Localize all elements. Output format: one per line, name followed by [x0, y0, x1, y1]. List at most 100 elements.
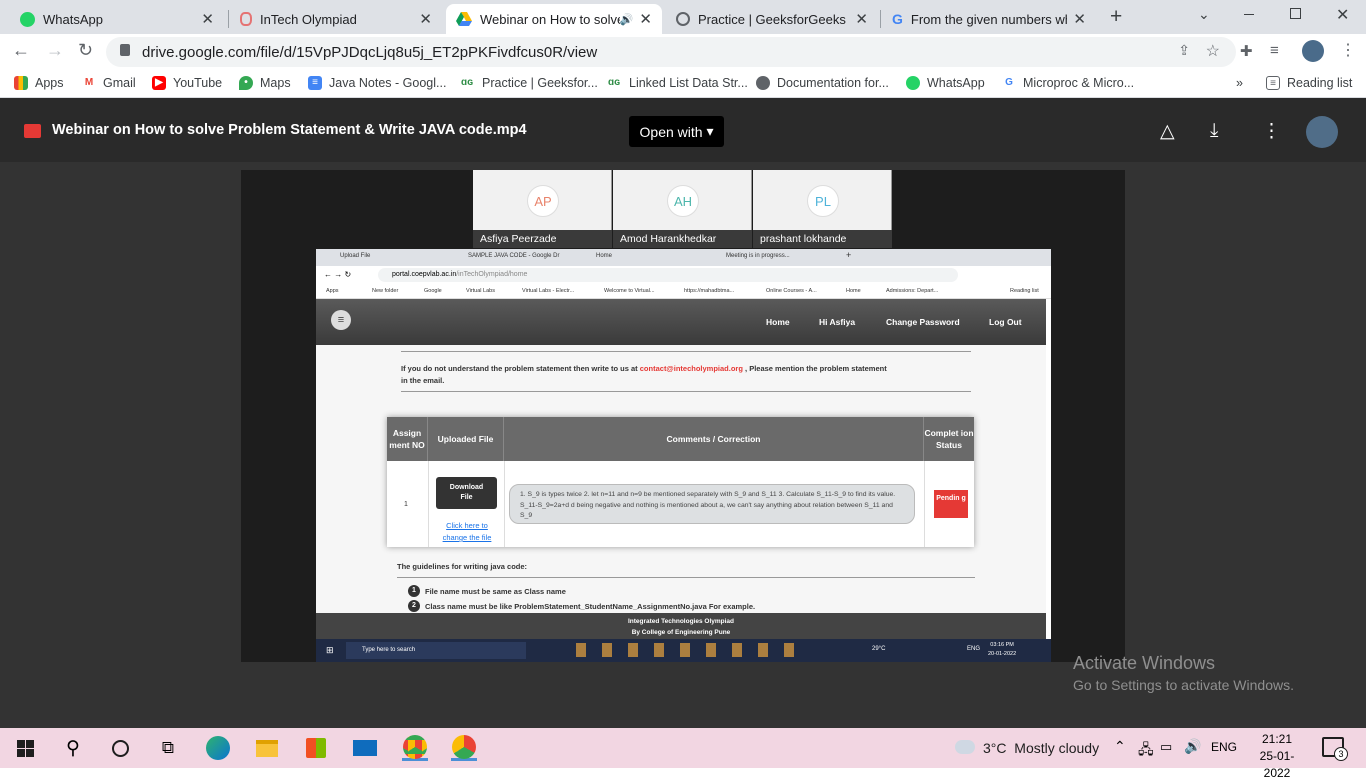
bookmark-whatsapp[interactable]: WhatsApp [906, 76, 985, 90]
gfg-icon: ɑɢ [606, 76, 622, 90]
file-explorer-icon[interactable] [254, 735, 280, 761]
youtube-icon: ▶ [152, 76, 166, 90]
windows-start-icon[interactable] [12, 735, 38, 761]
video-player[interactable]: AP Asfiya Peerzade AH Amod Harankhedkar … [241, 170, 1125, 662]
participant-tile: AH Amod Harankhedkar [613, 170, 752, 248]
change-file-link: Click here to change the file [442, 521, 492, 542]
battery-icon[interactable]: ▭ [1160, 739, 1172, 755]
chrome-icon[interactable] [402, 734, 428, 761]
gfg-icon: ɑɢ [459, 76, 475, 90]
apps-grid-icon [14, 76, 28, 90]
close-icon[interactable]: ✕ [1073, 10, 1086, 28]
system-clock[interactable]: 21:21 25-01-2022 [1248, 731, 1306, 782]
restore-button[interactable] [1290, 8, 1301, 19]
show-hidden-icons-chevron-icon[interactable]: ⌃ [1114, 738, 1126, 755]
nav-logout: Log Out [989, 317, 1022, 327]
contact-email-link: contact@intecholympiad.org [639, 364, 743, 373]
reload-icon[interactable]: ↻ [78, 40, 93, 61]
header-comments: Comments / Correction [504, 417, 924, 461]
close-icon[interactable]: ✕ [419, 10, 432, 28]
tab-practice-gfg[interactable]: Practice | GeeksforGeeks | A ✕ [666, 4, 878, 34]
new-tab-button[interactable]: + [1110, 5, 1122, 29]
shared-screen: Upload File SAMPLE JAVA CODE - Google Dr… [316, 249, 1051, 662]
close-icon[interactable]: ✕ [855, 10, 868, 28]
assignment-table: Assign ment NO Uploaded File Comments / … [387, 417, 974, 547]
notification-center-icon[interactable]: 3 [1322, 737, 1348, 761]
microsoft-store-icon[interactable] [303, 735, 329, 761]
url-text: drive.google.com/file/d/15VpPJDqcLjq8u5j… [142, 43, 598, 61]
open-with-button[interactable]: Open with ▾ [629, 116, 724, 147]
weather-cloud-icon[interactable] [955, 740, 975, 754]
share-icon[interactable]: ⇪ [1178, 42, 1190, 59]
tab-search-chevron-icon[interactable]: ⌄ [1198, 6, 1210, 23]
browser-tab-strip: WhatsApp ✕ InTech Olympiad ✕ Webinar on … [0, 0, 1366, 34]
tab-title: From the given numbers whi [910, 11, 1068, 27]
address-bar[interactable]: drive.google.com/file/d/15VpPJDqcLjq8u5j… [106, 37, 1236, 67]
more-bookmarks-icon[interactable]: » [1236, 76, 1243, 90]
menu-kebab-icon[interactable]: ⋮ [1340, 40, 1356, 60]
viewer-header: Webinar on How to solve Problem Statemen… [0, 98, 1366, 162]
tab-webinar[interactable]: Webinar on How to solve 🔊 ✕ [446, 4, 662, 34]
bookmark-microproc[interactable]: G Microproc & Micro... [1002, 76, 1134, 90]
input-language[interactable]: ENG [1211, 740, 1237, 754]
bookmark-apps[interactable]: Apps [14, 76, 64, 90]
google-drive-icon [456, 12, 472, 26]
participants-strip: AP Asfiya Peerzade AH Amod Harankhedkar … [473, 170, 893, 248]
windows-start-icon: ⊞ [326, 645, 334, 655]
comment-bubble: 1. S_9 is types twice 2. let n=11 and n=… [509, 484, 915, 524]
tab-intech-olympiad[interactable]: InTech Olympiad ✕ [230, 4, 442, 34]
tab-title: InTech Olympiad [260, 11, 357, 27]
bookmark-youtube[interactable]: ▶ YouTube [152, 76, 222, 90]
weather-widget[interactable]: 3°C Mostly cloudy [983, 740, 1099, 756]
notification-count: 3 [1334, 747, 1348, 761]
close-icon[interactable]: ✕ [639, 10, 652, 28]
network-icon[interactable]: 🖧 [1138, 739, 1154, 763]
bookmark-star-icon[interactable]: ☆ [1206, 41, 1220, 61]
participant-avatar: PL [807, 185, 839, 217]
profile-avatar[interactable] [1302, 40, 1324, 62]
gmail-icon: M [82, 76, 96, 90]
more-options-icon[interactable]: ⋮ [1262, 120, 1281, 143]
add-to-drive-icon[interactable]: △ [1160, 120, 1175, 143]
google-icon: G [892, 11, 903, 27]
globe-icon [676, 12, 690, 26]
bookmark-java-notes[interactable]: ≡ Java Notes - Googl... [308, 76, 446, 90]
participant-tile: PL prashant lokhande [753, 170, 892, 248]
inner-nav-icons: ← → ↻ [324, 270, 352, 279]
reading-list-button[interactable]: ≡ Reading list [1266, 76, 1352, 90]
activate-windows-hint: Go to Settings to activate Windows. [1073, 677, 1294, 693]
bookmark-documentation[interactable]: Documentation for... [756, 76, 889, 90]
bookmark-maps[interactable]: • Maps [239, 76, 291, 90]
header-completion-status: Complet ion Status [924, 417, 974, 461]
tab-whatsapp[interactable]: WhatsApp ✕ [10, 4, 224, 34]
nav-home: Home [766, 317, 790, 327]
participant-avatar: AP [527, 185, 559, 217]
minimize-button[interactable] [1244, 14, 1254, 15]
mail-icon[interactable] [352, 735, 378, 761]
bookmarks-bar: Apps M Gmail ▶ YouTube • Maps ≡ Java Notes -… [0, 70, 1366, 98]
participant-name: Asfiya Peerzade [473, 230, 612, 248]
extensions-icon[interactable]: ✚ [1240, 42, 1253, 60]
download-icon[interactable]: ⤓ [1210, 120, 1218, 142]
inner-tab: SAMPLE JAVA CODE - Google Dr [468, 253, 560, 259]
volume-icon[interactable]: 🔊 [1184, 738, 1201, 755]
search-icon[interactable]: ⚲ [60, 735, 86, 761]
bookmark-gmail[interactable]: M Gmail [82, 76, 136, 90]
cortana-icon[interactable] [107, 735, 133, 761]
bookmark-practice[interactable]: ɑɢ Practice | Geeksfor... [459, 76, 598, 90]
account-avatar[interactable] [1306, 116, 1338, 148]
forward-icon[interactable]: → [46, 40, 64, 61]
edge-icon[interactable] [205, 735, 231, 761]
tab-google-search[interactable]: G From the given numbers whi ✕ [882, 4, 1096, 34]
back-icon[interactable]: ← [12, 40, 30, 61]
bookmark-linked-list[interactable]: ɑɢ Linked List Data Str... [606, 76, 748, 90]
close-icon[interactable]: ✕ [201, 10, 214, 28]
window-close-button[interactable]: ✕ [1336, 5, 1349, 25]
chrome-profile-icon[interactable] [451, 734, 477, 761]
nav-user: Hi Asfiya [819, 317, 856, 327]
reading-list-icon: ≡ [1266, 76, 1280, 90]
media-control-icon[interactable]: ≡ [1270, 42, 1279, 59]
inner-tab: Meeting is in progress... [726, 253, 790, 259]
task-view-icon[interactable]: ⧉ [155, 735, 181, 761]
audio-playing-icon[interactable]: 🔊 [620, 13, 634, 26]
